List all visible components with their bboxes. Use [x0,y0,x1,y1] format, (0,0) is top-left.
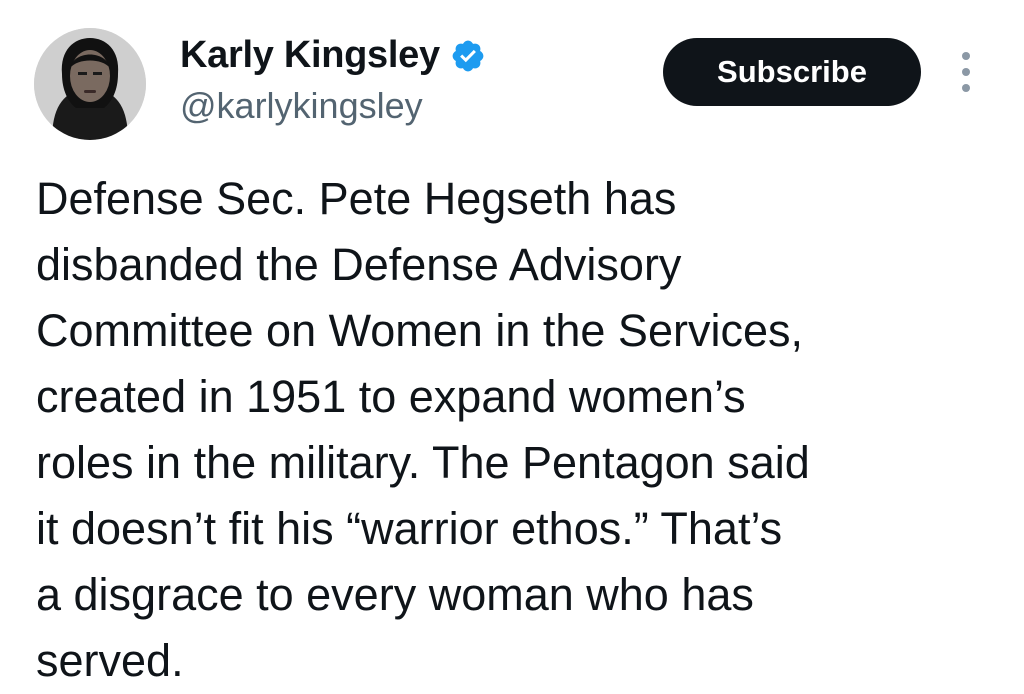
tweet-line: Defense Sec. Pete Hegseth has [36,173,677,224]
more-dot [962,52,970,60]
tweet-line: disbanded the Defense Advisory [36,239,682,290]
verified-badge-icon [450,37,486,73]
display-name[interactable]: Karly Kingsley [180,30,486,80]
more-options-icon[interactable] [954,52,978,92]
tweet-line: created in 1951 to expand women’s [36,371,746,422]
tweet-line: it doesn’t fit his “warrior ethos.” That… [36,503,783,554]
avatar[interactable] [34,28,146,140]
tweet-line: Committee on Women in the Services, [36,305,803,356]
more-dot [962,68,970,76]
tweet-text: Defense Sec. Pete Hegseth has disbanded … [36,166,996,694]
tweet-line: roles in the military. The Pentagon said [36,437,810,488]
user-handle[interactable]: @karlykingsley [180,82,423,130]
more-dot [962,84,970,92]
avatar-photo [34,28,146,140]
display-name-text: Karly Kingsley [180,34,440,76]
subscribe-button[interactable]: Subscribe [663,38,921,106]
tweet-line: a disgrace to every woman who has [36,569,754,620]
tweet-line: served. [36,635,184,686]
